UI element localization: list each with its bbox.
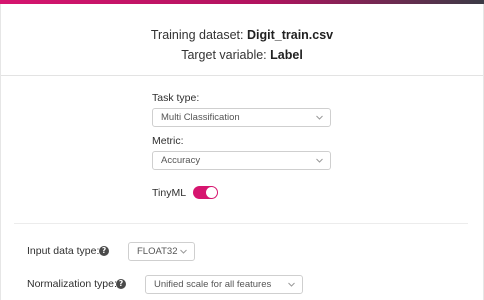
metric-label: Metric:: [152, 135, 184, 147]
normalization-type-value: Unified scale for all features: [154, 279, 272, 290]
training-dataset-value: Digit_train.csv: [247, 28, 334, 42]
target-variable-line: Target variable: Label: [1, 46, 483, 64]
chevron-down-icon: [288, 281, 295, 288]
input-data-type-value: FLOAT32: [137, 246, 178, 257]
tinyml-label: TinyML: [152, 187, 187, 199]
training-dataset-line: Training dataset: Digit_train.csv: [1, 26, 483, 44]
target-variable-label: Target variable:: [181, 48, 267, 62]
chevron-down-icon: [316, 114, 323, 121]
normalization-type-select[interactable]: Unified scale for all features: [145, 275, 303, 294]
metric-value: Accuracy: [161, 155, 201, 166]
metric-select[interactable]: Accuracy: [152, 151, 331, 170]
target-variable-value: Label: [270, 48, 303, 62]
dataset-summary-header: Training dataset: Digit_train.csv Target…: [1, 4, 483, 76]
chevron-down-icon: [180, 248, 187, 255]
task-type-label: Task type:: [152, 92, 200, 104]
toggle-knob: [206, 187, 217, 198]
tinyml-toggle[interactable]: [193, 186, 218, 199]
training-dataset-label: Training dataset:: [150, 28, 244, 42]
input-data-type-select[interactable]: FLOAT32: [128, 242, 195, 261]
question-mark-icon[interactable]: ?: [116, 279, 126, 289]
normalization-type-label: Normalization type:: [27, 278, 117, 290]
input-data-type-label: Input data type:: [27, 245, 100, 257]
task-type-select[interactable]: Multi Classification: [152, 108, 331, 127]
chevron-down-icon: [316, 157, 323, 164]
question-mark-icon[interactable]: ?: [99, 246, 109, 256]
section-divider: [14, 223, 468, 224]
task-type-value: Multi Classification: [161, 112, 240, 123]
